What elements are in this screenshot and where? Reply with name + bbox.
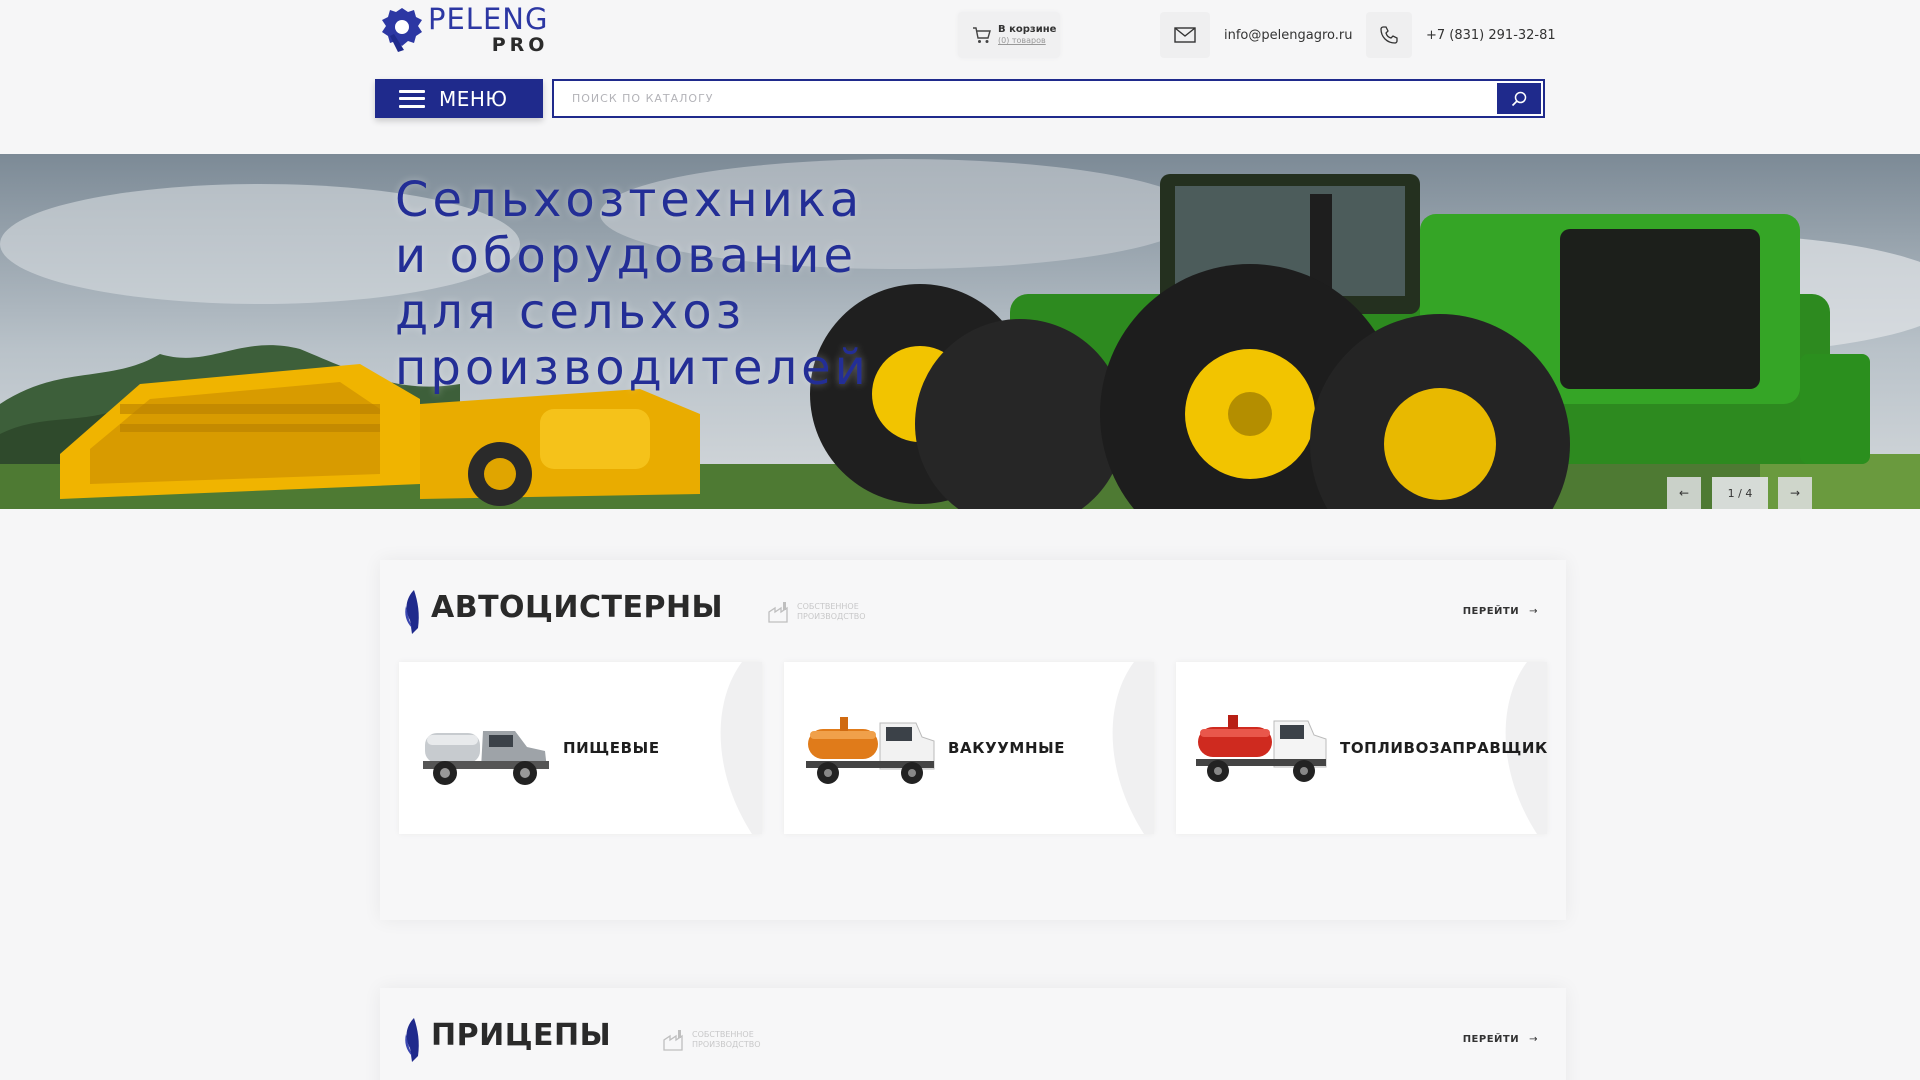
slider-next-button[interactable]: →: [1778, 477, 1812, 509]
hero-title-line: Сельхозтехника: [395, 172, 864, 228]
category-cards: ПИЩЕВЫЕ ВАКУУМНЫЕ ТОПЛИВОЗАПРАВЩИКИ: [399, 662, 1547, 834]
section-title: АВТОЦИСТЕРНЫ: [431, 590, 724, 625]
phone-link[interactable]: +7 (831) 291-32-81: [1426, 28, 1556, 43]
cart-title: В корзине: [998, 24, 1057, 36]
logo-subtitle: PRO: [491, 34, 549, 56]
own-production-text: СОБСТВЕННОЕ ПРОИЗВОДСТВО: [797, 602, 866, 621]
hero-title: Сельхозтехника и оборудование для сельхо…: [395, 172, 915, 396]
arrow-right-icon: →: [1529, 606, 1538, 617]
category-section-tankers: АВТОЦИСТЕРНЫ СОБСТВЕННОЕ ПРОИЗВОДСТВО ПЕ…: [380, 560, 1566, 920]
catalog-search: [552, 79, 1545, 118]
own-production-badge: СОБСТВЕННОЕ ПРОИЗВОДСТВО: [662, 1028, 772, 1052]
section-leaf-icon: [405, 590, 419, 634]
search-input[interactable]: [554, 81, 1497, 116]
hero-title-line: для сельхоз: [395, 284, 746, 340]
factory-icon: [663, 1030, 683, 1051]
fuel-truck-image: [1196, 715, 1327, 782]
hero-title-line: и оборудование: [395, 228, 858, 284]
menu-button[interactable]: МЕНЮ: [375, 79, 543, 118]
goto-label: ПЕРЕЙТИ: [1462, 606, 1520, 617]
arrow-right-icon: →: [1529, 1034, 1538, 1045]
search-button[interactable]: [1497, 83, 1541, 114]
category-card-fuel[interactable]: ТОПЛИВОЗАПРАВЩИКИ: [1176, 662, 1547, 834]
own-production-badge: СОБСТВЕННОЕ ПРОИЗВОДСТВО: [767, 600, 877, 624]
cart-button[interactable]: В корзине (0) товаров: [958, 12, 1060, 58]
phone-contact[interactable]: +7 (831) 291-32-81: [1366, 12, 1556, 58]
category-card-label: ТОПЛИВОЗАПРАВЩИКИ: [1340, 739, 1547, 757]
email-contact[interactable]: info@pelengagro.ru: [1160, 12, 1352, 58]
cart-count[interactable]: (0) товаров: [998, 36, 1056, 46]
category-section-trailers: ПРИЦЕПЫ СОБСТВЕННОЕ ПРОИЗВОДСТВО ПЕРЕЙТИ…: [380, 988, 1566, 1080]
section-goto-link[interactable]: ПЕРЕЙТИ →: [1463, 606, 1538, 617]
logo-gear-icon: [382, 8, 422, 52]
slider-counter: 1 / 4: [1712, 477, 1768, 509]
card-decoration: [720, 662, 762, 834]
logo-title: PELENG: [428, 2, 549, 36]
category-card-label: ВАКУУМНЫЕ: [948, 739, 1066, 757]
hero-title-line: производителей: [395, 340, 870, 396]
email-link[interactable]: info@pelengagro.ru: [1224, 28, 1352, 43]
card-decoration: [1112, 662, 1154, 834]
section-goto-link[interactable]: ПЕРЕЙТИ →: [1463, 1034, 1538, 1045]
mail-icon: [1174, 27, 1196, 43]
cart-icon: [973, 27, 991, 43]
hero-image-tractor: [0, 154, 1920, 509]
goto-label: ПЕРЕЙТИ: [1462, 1034, 1520, 1045]
phone-icon: [1380, 26, 1398, 44]
site-logo[interactable]: PELENG PRO: [380, 2, 560, 56]
hamburger-icon: [399, 89, 425, 108]
email-icon-box: [1160, 12, 1210, 58]
own-production-text: СОБСТВЕННОЕ ПРОИЗВОДСТВО: [692, 1030, 761, 1049]
slider-prev-button[interactable]: ←: [1667, 477, 1701, 509]
search-icon: [1511, 91, 1527, 106]
hero-banner: Сельхозтехника и оборудование для сельхо…: [0, 154, 1920, 509]
menu-label: МЕНЮ: [439, 86, 508, 111]
category-card-label: ПИЩЕВЫЕ: [563, 739, 660, 757]
milk-truck-image: [423, 731, 549, 785]
section-leaf-icon: [405, 1018, 419, 1062]
factory-icon: [768, 602, 788, 623]
category-card-vacuum[interactable]: ВАКУУМНЫЕ: [784, 662, 1154, 834]
vacuum-truck-image: [806, 717, 935, 784]
section-title: ПРИЦЕПЫ: [431, 1018, 612, 1053]
phone-icon-box: [1366, 12, 1412, 58]
category-card-food[interactable]: ПИЩЕВЫЕ: [399, 662, 762, 834]
